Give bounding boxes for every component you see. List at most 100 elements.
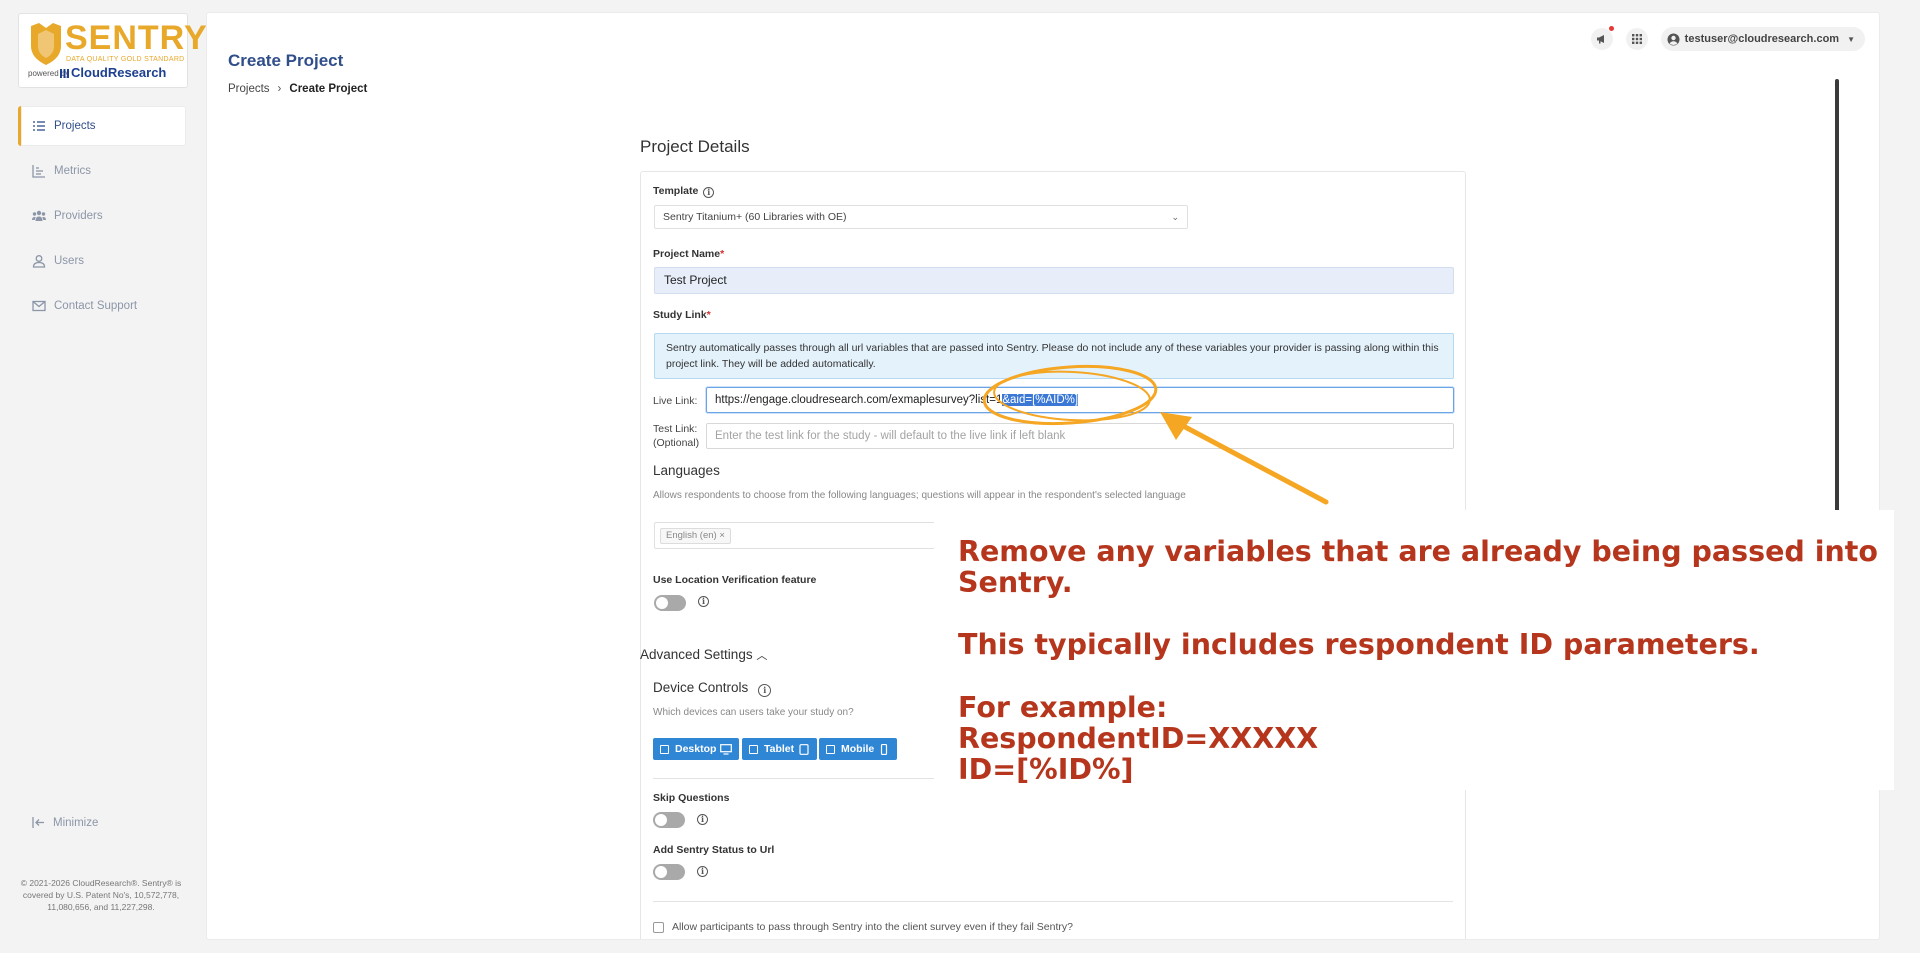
chevron-down-icon: ⌄ [1171,212,1179,222]
sidebar-item-label: Projects [54,120,96,132]
languages-select[interactable]: English (en) × [654,522,954,549]
chevron-right-icon: › [277,83,282,95]
project-name-input[interactable]: Test Project [654,267,1454,294]
sidebar-nav: Projects Metrics Providers Users Contact… [18,106,186,331]
languages-title: Languages [653,463,720,478]
advanced-settings-label: Advanced Settings [640,647,753,662]
mobile-icon [881,743,888,755]
main-panel: Create Project Projects › Create Project… [206,12,1880,940]
info-icon[interactable]: i [703,187,715,198]
megaphone-icon [1596,35,1604,44]
sidebar-item-label: Metrics [54,165,92,177]
info-icon[interactable]: i [697,866,708,877]
breadcrumb-current: Create Project [289,83,368,95]
annotation-line-5: RespondentID=XXXXX [958,722,1319,755]
monitor-icon [720,743,733,755]
device-label: Desktop [675,743,717,755]
top-toolbar: testuser@cloudresearch.com ▼ [1578,26,1865,51]
checkbox[interactable] [653,921,664,933]
annotation-line-4: For example: [958,691,1168,724]
device-mobile-button[interactable]: Mobile [819,738,898,760]
checkbox-icon [660,744,669,754]
collapse-left-icon [32,817,44,828]
mail-icon [32,300,46,312]
copyright-notice: © 2021-2026 CloudResearch®. Sentry® is c… [20,878,182,912]
skip-questions-label: Skip Questions [653,792,730,804]
checkbox-icon [826,744,835,754]
account-circle-icon [1667,33,1680,45]
test-link-label: Test Link: (Optional) [653,423,700,449]
shield-logo-icon [31,23,61,65]
sidebar-item-providers[interactable]: Providers [18,196,186,236]
info-icon[interactable]: i [698,596,709,607]
add-sentry-status-label: Add Sentry Status to Url [653,844,775,856]
logo-wordmark: SENTRY [65,19,208,57]
list-icon [33,121,45,131]
user-email: testuser@cloudresearch.com [1684,33,1840,45]
sidebar-item-projects[interactable]: Projects [18,106,186,146]
grid-icon [1631,34,1642,44]
device-desktop-button[interactable]: Desktop [653,738,740,760]
languages-hint: Allows respondents to choose from the fo… [653,490,1186,501]
sidebar-item-label: Users [54,255,85,267]
user-icon [32,255,46,268]
page-title: Create Project [228,51,344,70]
annotation-line-1: Remove any variables that are already be… [958,535,1878,568]
breadcrumb-projects-link[interactable]: Projects [228,83,270,95]
annotation-line-3: This typically includes respondent ID pa… [958,628,1760,661]
caret-down-icon: ▼ [1847,34,1855,44]
annotation-line-2: Sentry. [958,566,1073,599]
allow-pass-through-option[interactable]: Allow participants to pass through Sentr… [653,921,1073,933]
info-icon[interactable]: i [758,684,772,697]
device-controls-title: Device Controls i [653,680,772,697]
cloudresearch-mark-icon [60,69,69,78]
project-name-label: Project Name* [653,248,725,260]
cloudresearch-wordmark: CloudResearch [71,65,167,80]
allow-pass-through-label: Allow participants to pass through Sentr… [672,921,1073,933]
divider [653,901,1453,902]
users-group-icon [32,210,46,221]
minimize-label: Minimize [53,816,99,829]
test-link-input[interactable]: Enter the test link for the study - will… [706,423,1454,449]
notification-dot [1608,26,1614,31]
template-label: Template i [653,185,715,198]
language-tag-english[interactable]: English (en) × [660,528,731,544]
sidebar: SENTRY DATA QUALITY GOLD STANDARD powere… [0,0,207,953]
template-selected-value: Sentry Titanium+ (60 Libraries with OE) [663,211,847,223]
live-link-label: Live Link: [653,395,698,407]
live-link-selected-text: &aid=[%AID%] [1002,394,1079,406]
checkbox-icon [749,744,758,754]
tablet-icon [799,743,809,755]
info-icon[interactable]: i [697,814,708,825]
sidebar-item-users[interactable]: Users [18,241,186,281]
chevron-up-icon: ︿ [756,650,768,662]
device-label: Tablet [764,743,795,755]
study-link-label: Study Link* [653,309,711,321]
apps-button[interactable] [1625,28,1648,50]
user-menu[interactable]: testuser@cloudresearch.com ▼ [1660,27,1865,51]
sentry-logo[interactable]: SENTRY DATA QUALITY GOLD STANDARD powere… [18,13,207,88]
minimize-button[interactable]: Minimize [32,816,98,829]
live-link-text: https://engage.cloudresearch.com/exmaple… [715,394,1003,406]
project-details-title: Project Details [640,137,750,156]
breadcrumb: Projects › Create Project [228,83,367,95]
sidebar-item-contact-support[interactable]: Contact Support [18,286,186,326]
annotation-line-6: ID=[%ID%] [958,753,1134,786]
sidebar-item-label: Providers [54,210,103,222]
device-controls-hint: Which devices can users take your study … [653,707,854,718]
study-link-info-alert: Sentry automatically passes through all … [654,333,1454,379]
sidebar-item-label: Contact Support [54,300,138,312]
location-verification-toggle[interactable] [654,595,686,611]
template-select[interactable]: Sentry Titanium+ (60 Libraries with OE) … [654,205,1188,229]
location-verification-label: Use Location Verification feature [653,574,817,586]
bar-chart-icon [32,165,45,178]
device-tablet-button[interactable]: Tablet [742,738,818,760]
skip-questions-toggle[interactable] [653,812,685,828]
sidebar-item-metrics[interactable]: Metrics [18,151,186,191]
device-label: Mobile [841,743,875,755]
add-sentry-status-toggle[interactable] [653,864,685,880]
logo-tagline: DATA QUALITY GOLD STANDARD [66,56,185,63]
announcements-button[interactable] [1590,26,1614,50]
advanced-settings-toggle[interactable]: Advanced Settings ︿ [640,647,767,663]
live-link-input[interactable]: https://engage.cloudresearch.com/exmaple… [706,387,1454,413]
